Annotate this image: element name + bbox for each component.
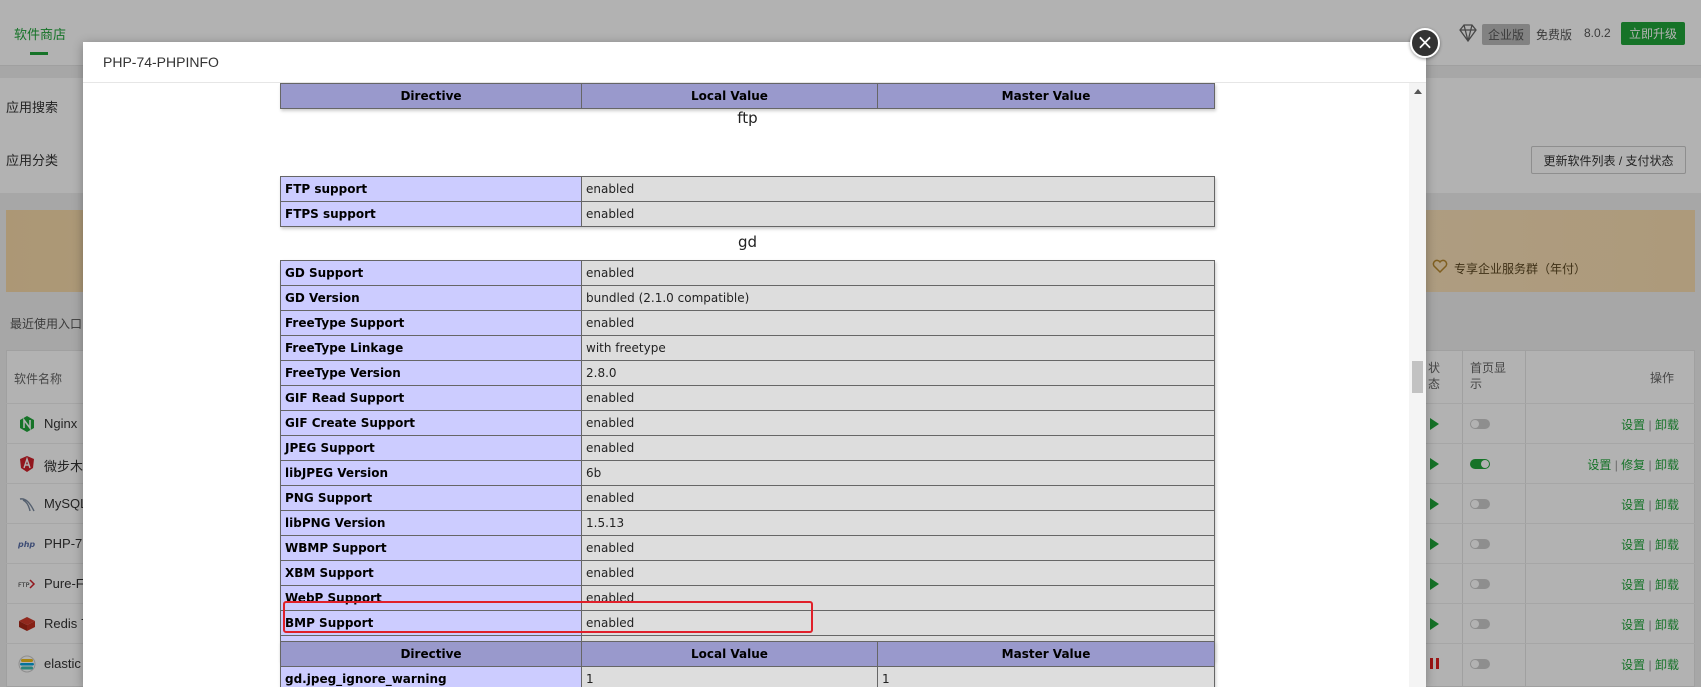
value-cell: enabled (581, 485, 1215, 511)
phpinfo-row: FreeType Support enabled (280, 310, 1215, 336)
phpinfo-row: GD Version bundled (2.1.0 compatible) (280, 285, 1215, 311)
directive-cell: WBMP Support (280, 535, 582, 561)
master-value-cell: 1 (877, 666, 1215, 687)
value-cell: enabled (581, 201, 1215, 227)
directive-cell: XBM Support (280, 560, 582, 586)
modal-title: PHP-74-PHPINFO (83, 42, 1426, 83)
directive-cell: GIF Read Support (280, 385, 582, 411)
directive-cell: FreeType Version (280, 360, 582, 386)
phpinfo-row: FreeType Version 2.8.0 (280, 360, 1215, 386)
section-title-ftp: ftp (737, 109, 758, 127)
header-master-value: Master Value (877, 83, 1215, 109)
phpinfo-row: XBM Support enabled (280, 560, 1215, 586)
header-local-value: Local Value (581, 641, 878, 667)
section-title-gd: gd (737, 233, 758, 251)
directive-header-table: Directive Local Value Master Value (280, 83, 1215, 109)
phpinfo-row: FTP support enabled (280, 176, 1215, 202)
close-icon[interactable]: × (1410, 28, 1440, 58)
header-master-value: Master Value (877, 641, 1215, 667)
value-cell: enabled (581, 435, 1215, 461)
header-directive: Directive (280, 83, 582, 109)
header-directive: Directive (280, 641, 582, 667)
directive-cell: FreeType Linkage (280, 335, 582, 361)
phpinfo-row: libPNG Version 1.5.13 (280, 510, 1215, 536)
value-cell: enabled (581, 535, 1215, 561)
webp-support-highlight (283, 601, 813, 633)
value-cell: enabled (581, 560, 1215, 586)
value-cell: bundled (2.1.0 compatible) (581, 285, 1215, 311)
value-cell: 2.8.0 (581, 360, 1215, 386)
local-value-cell: 1 (581, 666, 878, 687)
value-cell: enabled (581, 385, 1215, 411)
phpinfo-modal: PHP-74-PHPINFO Directive Local Value Mas… (83, 42, 1426, 687)
scroll-up-arrow-icon[interactable] (1414, 89, 1422, 94)
directive-cell: FTP support (280, 176, 582, 202)
phpinfo-row: JPEG Support enabled (280, 435, 1215, 461)
phpinfo-content: Directive Local Value Master Value ftp F… (83, 83, 1409, 687)
phpinfo-row: FreeType Linkage with freetype (280, 335, 1215, 361)
value-cell: enabled (581, 310, 1215, 336)
directive-cell: libJPEG Version (280, 460, 582, 486)
directive-cell: JPEG Support (280, 435, 582, 461)
value-cell: enabled (581, 260, 1215, 286)
value-cell: 6b (581, 460, 1215, 486)
value-cell: with freetype (581, 335, 1215, 361)
directive-cell: GD Version (280, 285, 582, 311)
directive-cell: gd.jpeg_ignore_warning (280, 666, 582, 687)
phpinfo-row: GD Support enabled (280, 260, 1215, 286)
directive-cell: libPNG Version (280, 510, 582, 536)
directive-cell: GIF Create Support (280, 410, 582, 436)
header-local-value: Local Value (581, 83, 878, 109)
phpinfo-row: FTPS support enabled (280, 201, 1215, 227)
scroll-thumb[interactable] (1412, 361, 1423, 393)
directive-cell: PNG Support (280, 485, 582, 511)
modal-scrollbar[interactable] (1409, 83, 1426, 687)
phpinfo-row: libJPEG Version 6b (280, 460, 1215, 486)
value-cell: 1.5.13 (581, 510, 1215, 536)
phpinfo-row: PNG Support enabled (280, 485, 1215, 511)
phpinfo-row: GIF Create Support enabled (280, 410, 1215, 436)
directive-cell: GD Support (280, 260, 582, 286)
phpinfo-row: GIF Read Support enabled (280, 385, 1215, 411)
phpinfo-row: WBMP Support enabled (280, 535, 1215, 561)
directive-header-table-2: Directive Local Value Master Value gd.jp… (280, 641, 1215, 687)
ftp-table: FTP support enabled FTPS support enabled (280, 176, 1215, 227)
directive-cell: FTPS support (280, 201, 582, 227)
directive-cell: FreeType Support (280, 310, 582, 336)
value-cell: enabled (581, 176, 1215, 202)
value-cell: enabled (581, 410, 1215, 436)
